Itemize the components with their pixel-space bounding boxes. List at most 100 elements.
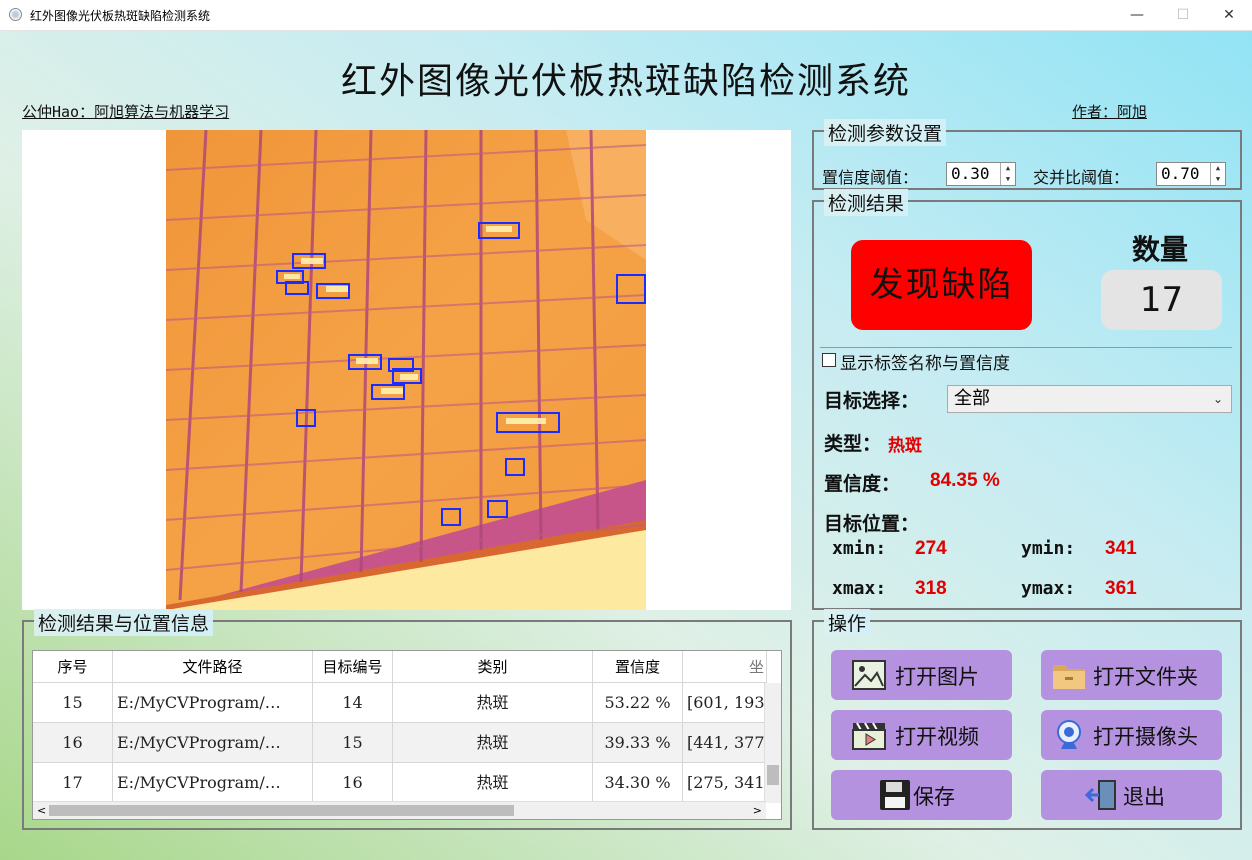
show-label-checkbox[interactable] — [822, 353, 836, 367]
detection-box — [371, 384, 405, 400]
target-select-dropdown[interactable]: 全部 ⌄ — [947, 385, 1232, 413]
open-image-label: 打开图片 — [895, 665, 979, 689]
spin-arrows-icon[interactable]: ▲ ▼ — [1000, 163, 1015, 185]
exit-label: 退出 — [1123, 785, 1165, 809]
table-cell: E:/MyCVProgram/… — [113, 683, 313, 723]
xmin-label: xmin: — [832, 538, 887, 559]
clapperboard-icon — [852, 722, 886, 750]
params-group-title: 检测参数设置 — [824, 119, 947, 146]
vertical-scrollbar[interactable] — [764, 683, 781, 803]
results-table[interactable]: 序号 文件路径 目标编号 类别 置信度 坐 15 E:/MyCVProgram/… — [32, 650, 782, 820]
table-header[interactable]: 坐 — [683, 651, 767, 683]
floppy-icon — [880, 780, 910, 810]
table-cell: [601, 193, 6 — [683, 683, 767, 723]
table-cell: [441, 377, 4 — [683, 723, 767, 763]
target-select-label: 目标选择： — [824, 390, 920, 412]
xmax-label: xmax: — [832, 578, 887, 599]
vertical-scroll-thumb[interactable] — [767, 765, 779, 785]
xmin-value: 274 — [915, 538, 947, 559]
table-cell: 16 — [33, 723, 113, 763]
table-cell: 热斑 — [393, 763, 593, 803]
table-cell: 17 — [33, 763, 113, 803]
table-header[interactable]: 类别 — [393, 651, 593, 683]
open-camera-button[interactable]: 打开摄像头 — [1041, 710, 1222, 760]
detection-box — [478, 222, 520, 239]
table-header[interactable]: 序号 — [33, 651, 113, 683]
exit-door-icon — [1085, 780, 1116, 810]
folder-icon — [1053, 665, 1085, 689]
maximize-button[interactable]: ☐ — [1160, 0, 1206, 30]
detection-box — [292, 253, 326, 269]
table-cell: 15 — [313, 723, 393, 763]
chevron-down-icon: ⌄ — [1212, 392, 1223, 406]
detection-box — [505, 458, 525, 476]
iou-threshold-value: 0.70 — [1161, 164, 1200, 183]
minimize-button[interactable]: — — [1114, 0, 1160, 30]
type-value: 热斑 — [888, 436, 922, 456]
conf-threshold-value: 0.30 — [951, 164, 990, 183]
iou-threshold-spinbox[interactable]: 0.70 ▲ ▼ — [1156, 162, 1226, 186]
table-cell: 16 — [313, 763, 393, 803]
webcam-icon — [1057, 720, 1081, 749]
ymax-label: ymax: — [1021, 578, 1076, 599]
ymax-value: 361 — [1105, 578, 1137, 599]
horizontal-scrollbar[interactable]: < > — [33, 801, 766, 819]
save-button[interactable]: 保存 — [831, 770, 1012, 820]
ops-group-title: 操作 — [824, 609, 871, 636]
open-folder-button[interactable]: 打开文件夹 — [1041, 650, 1222, 700]
open-folder-label: 打开文件夹 — [1093, 665, 1198, 689]
close-button[interactable]: ✕ — [1206, 0, 1252, 30]
table-cell: E:/MyCVProgram/… — [113, 763, 313, 803]
table-cell: E:/MyCVProgram/… — [113, 723, 313, 763]
scroll-left-icon[interactable]: < — [37, 802, 46, 819]
count-value: 17 — [1101, 270, 1222, 330]
count-label: 数量 — [1131, 233, 1188, 266]
table-cell: 34.30 % — [593, 763, 683, 803]
table-group-title: 检测结果与位置信息 — [34, 609, 214, 636]
infrared-panel-image — [166, 130, 646, 610]
table-cell: 53.22 % — [593, 683, 683, 723]
detection-box — [296, 409, 316, 427]
confidence-value: 84.35 % — [930, 470, 1000, 491]
detection-box — [441, 508, 461, 526]
result-group-title: 检测结果 — [824, 189, 909, 216]
show-label-text: 显示标签名称与置信度 — [840, 354, 1010, 374]
window-titlebar: 红外图像光伏板热斑缺陷检测系统 — ☐ ✕ — [0, 0, 1252, 31]
scroll-right-icon[interactable]: > — [753, 802, 762, 819]
spin-arrows-icon[interactable]: ▲ ▼ — [1210, 163, 1225, 185]
save-label: 保存 — [913, 785, 955, 809]
picture-icon — [852, 660, 886, 690]
table-cell: 热斑 — [393, 683, 593, 723]
divider — [820, 347, 1232, 348]
window-title: 红外图像光伏板热斑缺陷检测系统 — [30, 9, 211, 23]
defect-status-badge: 发现缺陷 — [851, 240, 1032, 330]
position-label: 目标位置： — [824, 513, 920, 535]
table-header[interactable]: 置信度 — [593, 651, 683, 683]
conf-threshold-label: 置信度阈值： — [822, 168, 919, 187]
open-camera-label: 打开摄像头 — [1093, 725, 1198, 749]
open-image-button[interactable]: 打开图片 — [831, 650, 1012, 700]
detection-box — [496, 412, 560, 433]
table-header[interactable]: 目标编号 — [313, 651, 393, 683]
table-cell: 39.33 % — [593, 723, 683, 763]
open-video-label: 打开视频 — [895, 725, 979, 749]
confidence-label: 置信度： — [824, 473, 901, 495]
iou-threshold-label: 交并比阈值： — [1033, 168, 1130, 187]
exit-button[interactable]: 退出 — [1041, 770, 1222, 820]
wechat-link[interactable]: 公仲Hao：阿旭算法与机器学习 — [22, 101, 229, 122]
conf-threshold-spinbox[interactable]: 0.30 ▲ ▼ — [946, 162, 1016, 186]
open-video-button[interactable]: 打开视频 — [831, 710, 1012, 760]
detection-box — [487, 500, 508, 518]
type-label: 类型： — [824, 433, 882, 455]
xmax-value: 318 — [915, 578, 947, 599]
author-link[interactable]: 作者：阿旭 — [1072, 101, 1147, 122]
horizontal-scroll-thumb[interactable] — [49, 805, 514, 816]
page-title: 红外图像光伏板热斑缺陷检测系统 — [340, 61, 911, 102]
image-display — [22, 130, 791, 610]
table-cell: [275, 341, 3 — [683, 763, 767, 803]
table-header[interactable]: 文件路径 — [113, 651, 313, 683]
detection-box — [348, 354, 382, 370]
target-select-value: 全部 — [954, 388, 990, 409]
detection-box — [285, 281, 309, 295]
detection-box — [316, 283, 350, 299]
